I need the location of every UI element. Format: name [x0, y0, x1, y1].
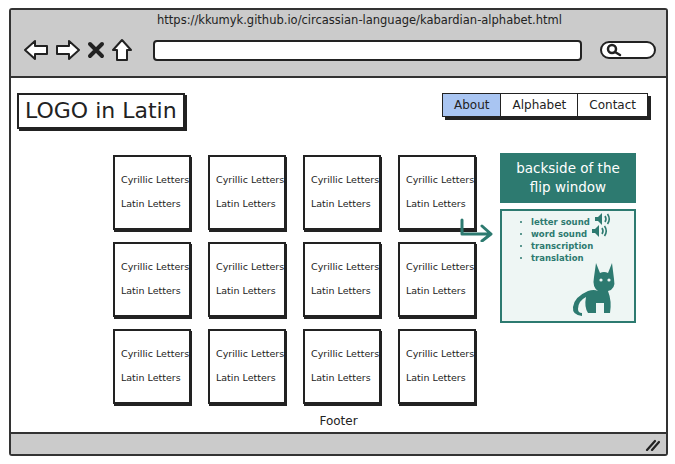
latin-text: Latin Letters	[311, 372, 379, 384]
page-content: LOGO in Latin AboutAlphabetContact Cyrilli…	[11, 78, 666, 432]
speaker-icon[interactable]	[594, 212, 612, 226]
browser-toolbar: https://kkumyk.github.io/circassian-lang…	[11, 10, 666, 78]
cyrillic-text: Cyrillic Letters	[216, 174, 284, 186]
browser-window: https://kkumyk.github.io/circassian-lang…	[9, 8, 668, 456]
page-url: https://kkumyk.github.io/circassian-lang…	[23, 13, 656, 27]
flip-item-label: translation	[531, 252, 584, 264]
nav-bar: AboutAlphabetContact	[442, 93, 648, 117]
close-x-icon[interactable]	[87, 40, 105, 60]
search-field[interactable]	[600, 41, 656, 59]
flip-item-label: transcription	[531, 240, 593, 252]
cyrillic-text: Cyrillic Letters	[311, 261, 379, 273]
letter-card[interactable]: Cyrillic Letters Latin Letters	[208, 329, 286, 404]
forward-arrow-icon[interactable]	[55, 39, 81, 61]
footer: Footer	[11, 414, 666, 428]
flip-item: transcription	[520, 240, 628, 252]
flip-window: backside of the flip window letter soundw…	[500, 153, 636, 323]
speaker-icon[interactable]	[591, 224, 609, 238]
flip-item: word sound	[520, 228, 628, 240]
cyrillic-text: Cyrillic Letters	[216, 261, 284, 273]
latin-text: Latin Letters	[216, 372, 284, 384]
address-bar[interactable]	[153, 40, 582, 61]
cyrillic-text: Cyrillic Letters	[216, 348, 284, 360]
flip-window-title: backside of the flip window	[500, 153, 636, 203]
latin-text: Latin Letters	[406, 372, 474, 384]
letter-grid: Cyrillic LettersLatin LettersCyrillic Le…	[113, 155, 476, 404]
magnifier-icon	[606, 43, 622, 57]
flip-item: letter sound	[520, 216, 628, 228]
cyrillic-text: Cyrillic Letters	[406, 348, 474, 360]
cyrillic-text: Cyrillic Letters	[406, 174, 474, 186]
letter-card[interactable]: Cyrillic Letters Latin Letters	[113, 329, 191, 404]
latin-text: Latin Letters	[216, 285, 284, 297]
page-header: LOGO in Latin AboutAlphabetContact	[11, 78, 666, 129]
letter-card[interactable]: Cyrillic Letters Latin Letters	[398, 242, 476, 317]
latin-text: Latin Letters	[406, 285, 474, 297]
flip-item: translation	[520, 252, 628, 264]
flip-item-label: letter sound	[531, 216, 590, 228]
browser-status-bar	[11, 432, 666, 454]
letter-card[interactable]: Cyrillic Letters Latin Letters	[303, 242, 381, 317]
nav-item[interactable]: About	[443, 94, 500, 116]
resize-handle-icon[interactable]	[644, 437, 660, 451]
logo[interactable]: LOGO in Latin	[17, 93, 185, 129]
letter-card[interactable]: Cyrillic Letters Latin Letters	[208, 242, 286, 317]
flip-window-back: letter soundword soundtranscriptiontrans…	[500, 209, 636, 323]
latin-text: Latin Letters	[216, 198, 284, 210]
cyrillic-text: Cyrillic Letters	[121, 174, 189, 186]
letter-card[interactable]: Cyrillic Letters Latin Letters	[398, 329, 476, 404]
bullet	[520, 257, 522, 259]
letter-card[interactable]: Cyrillic Letters Latin Letters	[303, 329, 381, 404]
back-arrow-icon[interactable]	[23, 39, 49, 61]
main-area: Cyrillic LettersLatin LettersCyrillic Le…	[11, 129, 666, 404]
latin-text: Latin Letters	[121, 198, 189, 210]
arrow-icon	[460, 218, 496, 242]
letter-card[interactable]: Cyrillic Letters Latin Letters	[208, 155, 286, 230]
letter-card[interactable]: Cyrillic Letters Latin Letters	[113, 242, 191, 317]
bullet	[520, 245, 522, 247]
nav-item[interactable]: Contact	[577, 94, 647, 116]
cyrillic-text: Cyrillic Letters	[311, 348, 379, 360]
bullet	[520, 221, 522, 223]
latin-text: Latin Letters	[406, 198, 474, 210]
cyrillic-text: Cyrillic Letters	[121, 261, 189, 273]
flip-item-label: word sound	[531, 228, 587, 240]
latin-text: Latin Letters	[121, 285, 189, 297]
cat-icon	[566, 257, 624, 317]
latin-text: Latin Letters	[121, 372, 189, 384]
latin-text: Latin Letters	[311, 198, 379, 210]
letter-card[interactable]: Cyrillic Letters Latin Letters	[398, 155, 476, 230]
cyrillic-text: Cyrillic Letters	[311, 174, 379, 186]
cyrillic-text: Cyrillic Letters	[406, 261, 474, 273]
cyrillic-text: Cyrillic Letters	[121, 348, 189, 360]
letter-card[interactable]: Cyrillic Letters Latin Letters	[113, 155, 191, 230]
latin-text: Latin Letters	[311, 285, 379, 297]
bullet	[520, 233, 522, 235]
letter-card[interactable]: Cyrillic Letters Latin Letters	[303, 155, 381, 230]
home-icon[interactable]	[111, 38, 133, 62]
nav-item[interactable]: Alphabet	[500, 94, 577, 116]
